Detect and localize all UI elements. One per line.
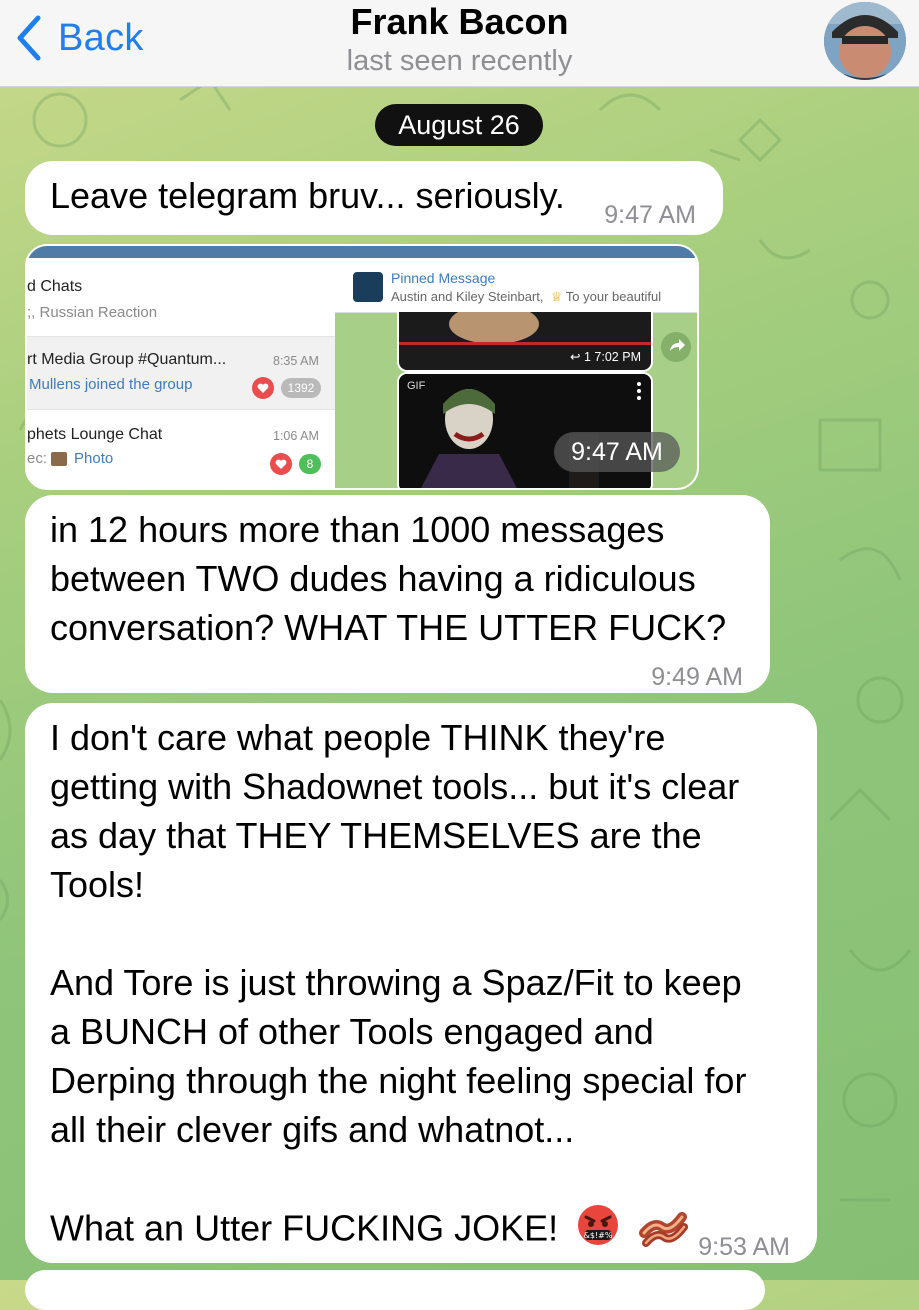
list-item: rt Media Group #Quantum... 8:35 AM Mulle… <box>27 337 335 410</box>
heart-icon <box>252 377 274 399</box>
emoji-icon: ♕ <box>550 289 563 304</box>
pinned-title: Pinned Message <box>391 270 496 286</box>
message-text-line: as day that THEY THEMSELVES are the <box>50 815 702 856</box>
list-item-name: rt Media Group #Quantum... <box>27 351 227 368</box>
message-text-line: And Tore is just throwing a Spaz/Fit to … <box>50 962 742 1003</box>
message-time: 9:47 AM <box>554 432 680 472</box>
message-text-line: Tools! <box>50 864 145 905</box>
list-item-time: 1:06 AM <box>273 429 319 443</box>
bacon-icon <box>638 1203 689 1259</box>
message-text-line: conversation? WHAT THE UTTER FUCK? <box>50 607 727 648</box>
message-text-line: all their clever gifs and whatnot... <box>50 1109 575 1150</box>
screenshot-topbar <box>27 246 697 258</box>
message-text: Leave telegram bruv... seriously. <box>50 175 565 216</box>
pinned-thumbnail <box>353 272 383 302</box>
list-item-name: d Chats <box>27 278 83 295</box>
photo-thumbnail-icon <box>51 452 67 466</box>
svg-text:&$!#%: &$!#% <box>584 1231 613 1240</box>
list-item: phets Lounge Chat 1:06 AM ec: Photo 8 <box>27 410 335 488</box>
list-item-name: phets Lounge Chat <box>27 426 163 443</box>
gif-message: GIF <box>397 372 653 488</box>
list-item-time: 8:35 AM <box>273 354 319 368</box>
angry-cursing-face-icon: &$!#% <box>576 1203 620 1259</box>
image-message[interactable]: d Chats ;, Russian Reaction rt Media Gro… <box>25 244 699 490</box>
message-bubble[interactable]: Leave telegram bruv... seriously. 9:47 A… <box>25 161 723 235</box>
message-text-line: a BUNCH of other Tools engaged and <box>50 1011 654 1052</box>
message-text-line: between TWO dudes having a ridiculous <box>50 558 696 599</box>
chat-title-block[interactable]: Frank Bacon last seen recently <box>0 2 919 78</box>
pinned-message-bar: Pinned Message Austin and Kiley Steinbar… <box>335 258 697 313</box>
message-text-line: in 12 hours more than 1000 messages <box>50 509 665 550</box>
list-item-sub: Photo <box>74 450 114 467</box>
message-bubble[interactable]: I don't care what people THINK they're g… <box>25 703 817 1263</box>
avatar-photo <box>824 2 906 80</box>
list-item-sub: Mullens joined the group <box>29 376 193 393</box>
message-bubble[interactable] <box>25 1270 765 1310</box>
more-icon <box>637 382 641 403</box>
message-time: 9:49 AM <box>651 663 743 691</box>
video-message: ↩ 1 7:02 PM <box>397 312 653 372</box>
chat-title: Frank Bacon <box>350 1 569 42</box>
chat-status: last seen recently <box>346 45 573 77</box>
gif-label: GIF <box>407 380 426 392</box>
heart-icon <box>270 453 292 475</box>
message-text-line: getting with Shadownet tools... but it's… <box>50 766 740 807</box>
pinned-subtitle: Austin and Kiley Steinbart, ♕ To your be… <box>391 289 662 304</box>
video-meta: ↩ 1 7:02 PM <box>570 350 641 364</box>
unread-count-badge: 8 <box>299 454 321 474</box>
share-icon <box>661 332 691 362</box>
list-item-sub: ;, Russian Reaction <box>27 304 158 321</box>
unread-count-badge: 1392 <box>281 378 321 398</box>
list-item: d Chats ;, Russian Reaction <box>27 258 335 337</box>
message-text-line: What an Utter FUCKING JOKE! &$!#% <box>50 1203 791 1259</box>
avatar[interactable] <box>824 2 906 80</box>
chat-header: Back Frank Bacon last seen recently <box>0 0 919 87</box>
list-item-sub-prefix: ec: <box>27 450 48 467</box>
message-text-line: Derping through the night feeling specia… <box>50 1060 747 1101</box>
message-bubble[interactable]: in 12 hours more than 1000 messages betw… <box>25 495 770 693</box>
message-text-line: I don't care what people THINK they're <box>50 717 666 758</box>
screenshot-chat-list: d Chats ;, Russian Reaction rt Media Gro… <box>27 258 335 488</box>
message-time: 9:53 AM <box>698 1233 790 1261</box>
message-time: 9:47 AM <box>604 201 696 229</box>
date-separator: August 26 <box>375 104 543 146</box>
